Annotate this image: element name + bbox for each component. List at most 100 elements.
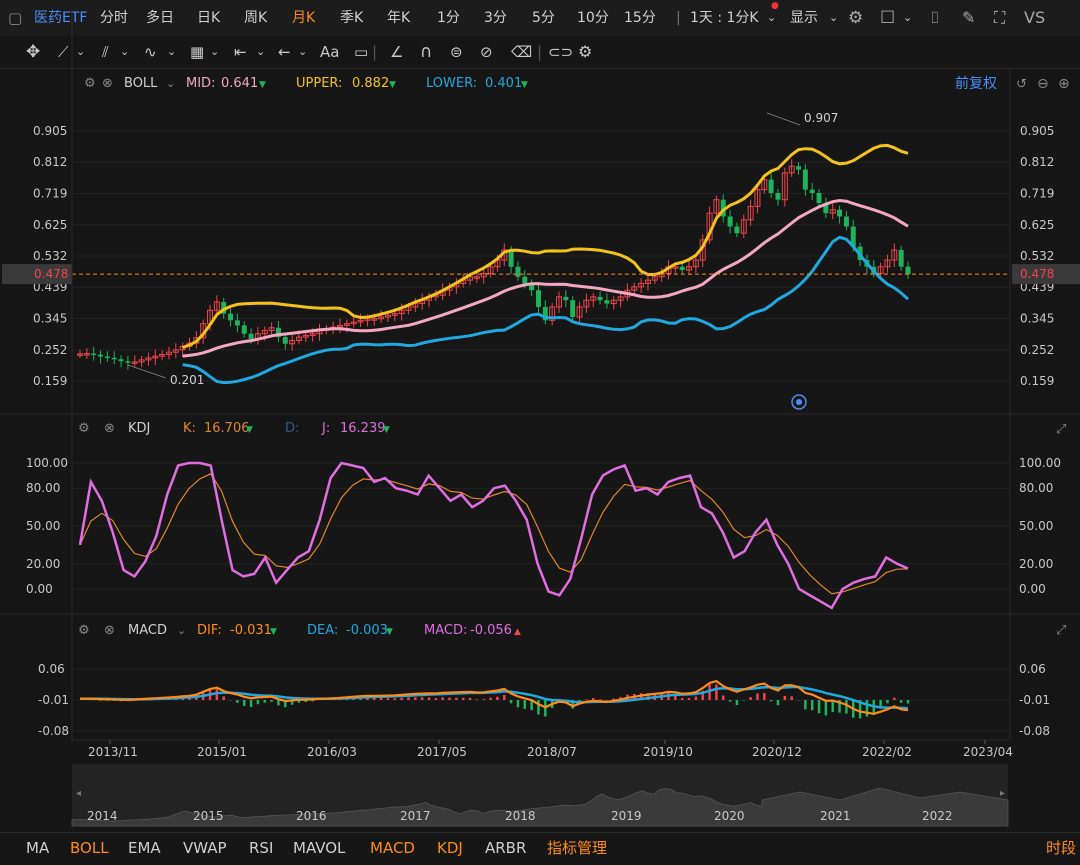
boll-name[interactable]: BOLL (124, 76, 158, 91)
x-tick-label: 2013/11 (88, 745, 138, 759)
session-button[interactable]: 时段 (1046, 832, 1076, 864)
expand-icon[interactable]: ⤢ (1056, 422, 1066, 437)
indicator-0[interactable]: MA (26, 832, 49, 864)
x-tick-label: 2016/03 (307, 745, 357, 759)
y-tick-right: 0.719 (1020, 186, 1054, 200)
mid-band-line (182, 198, 909, 358)
macd-label: MACD: (424, 623, 467, 638)
candle-body-down (768, 179, 774, 193)
dif-value: -0.031 (230, 623, 272, 638)
candle-body-down (522, 276, 528, 284)
y-tick-left: 0.532 (33, 249, 67, 263)
nav-year-label: 2021 (820, 809, 851, 823)
candle-body-down (796, 166, 802, 170)
nav-year-label: 2019 (611, 809, 642, 823)
y-tick-right: 0.812 (1020, 155, 1054, 169)
settings-gear-icon[interactable]: ⚙ (78, 421, 90, 436)
y-tick-left: -0.08 (38, 724, 69, 738)
candle-body-down (248, 333, 254, 339)
chart-area[interactable]: ⚙ ⊗ BOLL ⌄ MID: 0.641 ▼ UPPER: 0.882 ▼ L… (0, 0, 1080, 832)
lower-label: LOWER: (426, 76, 477, 91)
indicator-4[interactable]: RSI (249, 832, 273, 864)
dif-label: DIF: (197, 623, 222, 638)
nav-year-label: 2018 (505, 809, 536, 823)
candle-body-down (234, 320, 240, 326)
nav-year-label: 2016 (296, 809, 327, 823)
event-marker-dot (796, 399, 802, 405)
k-value: 16.706 (204, 421, 250, 436)
settings-gear-icon[interactable]: ⚙ (78, 623, 90, 638)
chevron-down-icon[interactable]: ⌄ (177, 624, 186, 637)
close-icon[interactable]: ⊗ (102, 76, 113, 91)
indicator-8[interactable]: ARBR (485, 832, 526, 864)
reset-icon[interactable]: ↺ (1016, 77, 1027, 92)
nav-left-handle-icon[interactable]: ◂ (76, 788, 81, 799)
candles (77, 159, 911, 370)
up-arrow-icon: ▲ (514, 627, 521, 637)
navigator-year-labels: 2014 2015 2016 2017 2018 2019 2020 2021 2022 (87, 809, 953, 823)
indicator-3[interactable]: VWAP (183, 832, 227, 864)
nav-year-label: 2017 (400, 809, 431, 823)
upper-value: 0.882 (352, 76, 389, 91)
y-tick-left: 0.719 (33, 186, 67, 200)
y-tick-right: 50.00 (1019, 519, 1053, 533)
y-tick-left: 0.625 (33, 218, 67, 232)
expand-icon[interactable]: ⤢ (1056, 623, 1066, 638)
low-marker-line (127, 364, 167, 379)
chevron-down-icon[interactable]: ⌄ (166, 77, 175, 90)
price-tag-left-text: 0.478 (34, 267, 68, 281)
candle-body-down (734, 226, 740, 234)
zoom-out-icon[interactable]: ⊖ (1037, 76, 1049, 92)
x-tick-label: 2020/12 (752, 745, 802, 759)
candle-body-down (535, 290, 541, 307)
candle-body-down (727, 216, 733, 227)
y-tick-right: 0.345 (1020, 312, 1054, 326)
upper-label: UPPER: (296, 76, 342, 91)
candle-body-down (570, 300, 576, 317)
x-tick-label: 2023/04 (963, 745, 1013, 759)
y-tick-left: -0.01 (38, 693, 69, 707)
x-tick-label: 2015/01 (197, 745, 247, 759)
y-tick-right: 0.905 (1020, 124, 1054, 138)
indicator-2[interactable]: EMA (128, 832, 161, 864)
adjust-mode[interactable]: 前复权 (955, 75, 997, 92)
x-tick-label: 2022/02 (862, 745, 912, 759)
indicator-1[interactable]: BOLL (70, 832, 109, 864)
candle-body-down (775, 192, 781, 200)
close-icon[interactable]: ⊗ (104, 623, 115, 638)
indicator-9[interactable]: 指标管理 (547, 832, 607, 864)
candle-body-down (104, 356, 110, 359)
j-line (78, 461, 909, 610)
down-arrow-icon: ▼ (389, 80, 396, 90)
candle-body-down (597, 296, 603, 301)
candle-body-down (905, 266, 911, 275)
zoom-in-icon[interactable]: ⊕ (1058, 76, 1070, 92)
macd-name[interactable]: MACD (128, 623, 167, 638)
close-icon[interactable]: ⊗ (104, 421, 115, 436)
nav-year-label: 2022 (922, 809, 953, 823)
nav-year-label: 2020 (714, 809, 745, 823)
candle-body-down (604, 300, 610, 304)
candle-body-down (98, 354, 104, 357)
mid-value: 0.641 (221, 76, 258, 91)
y-tick-left: 0.812 (33, 155, 67, 169)
settings-gear-icon[interactable]: ⚙ (84, 76, 96, 91)
nav-year-label: 2015 (193, 809, 224, 823)
y-tick-right: 0.159 (1020, 374, 1054, 388)
macd-value: -0.056 (470, 623, 512, 638)
j-label: J: (321, 421, 330, 436)
y-tick-right: 80.00 (1019, 481, 1053, 495)
indicator-6[interactable]: MACD (370, 832, 415, 864)
nav-right-handle-icon[interactable]: ▸ (1000, 788, 1005, 799)
candle-body-down (508, 249, 514, 267)
y-tick-right: -0.08 (1019, 724, 1050, 738)
kdj-name[interactable]: KDJ (128, 421, 150, 436)
indicator-5[interactable]: MAVOL (293, 832, 345, 864)
dea-value: -0.003 (346, 623, 388, 638)
y-tick-left: 50.00 (26, 519, 60, 533)
y-tick-left: 0.06 (38, 662, 65, 676)
y-tick-right: 0.06 (1019, 662, 1046, 676)
x-axis-labels: 2013/11 2015/01 2016/03 2017/05 2018/07 2019/… (88, 740, 1013, 759)
y-tick-right: 0.252 (1020, 343, 1054, 357)
indicator-7[interactable]: KDJ (437, 832, 463, 864)
